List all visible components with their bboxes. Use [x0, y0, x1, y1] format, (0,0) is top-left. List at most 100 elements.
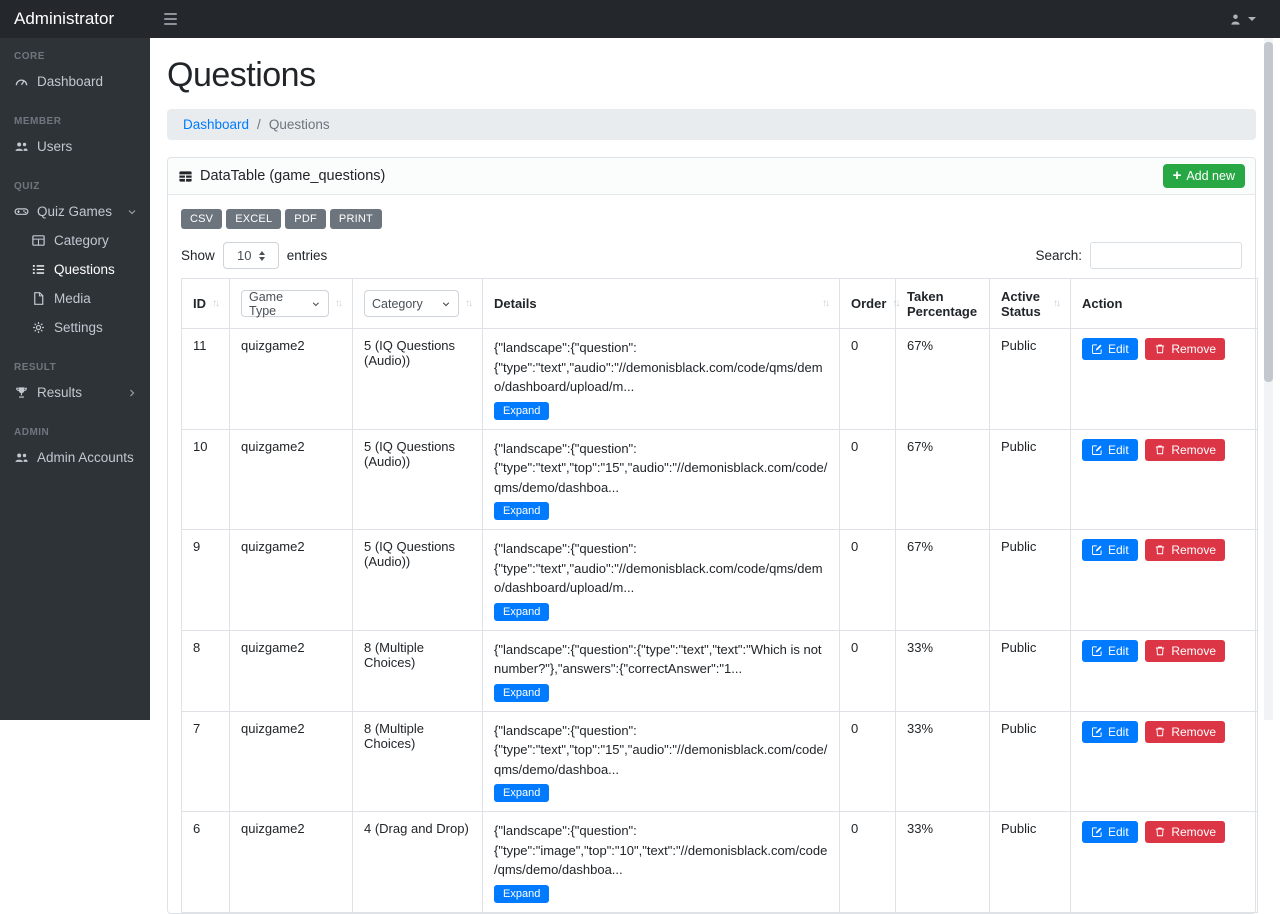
search-label: Search: — [1035, 248, 1082, 263]
details-json: {"landscape":{"question":{"type":"text",… — [494, 338, 828, 397]
sidebar-item-questions[interactable]: Questions — [0, 255, 150, 284]
pencil-square-icon — [1091, 544, 1103, 556]
cell-taken-percentage: 67% — [896, 530, 990, 631]
expand-button[interactable]: Expand — [494, 603, 549, 621]
cell-actions: Edit Remove — [1071, 329, 1258, 430]
table-row: 7 quizgame2 8 (Multiple Choices) {"lands… — [182, 711, 1258, 812]
cell-category: 4 (Drag and Drop) — [353, 812, 483, 913]
edit-button[interactable]: Edit — [1082, 821, 1138, 843]
pencil-square-icon — [1091, 826, 1103, 838]
game-type-filter-select[interactable]: Game Type — [241, 290, 329, 317]
col-game-type: Game Type ↑↓ — [230, 279, 353, 329]
col-active-status[interactable]: Active Status ↑↓ — [990, 279, 1071, 329]
card-title: DataTable (game_questions) — [200, 168, 385, 184]
col-action: Action — [1071, 279, 1258, 329]
user-icon — [1228, 12, 1243, 27]
col-category: Category ↑↓ — [353, 279, 483, 329]
col-taken-percentage[interactable]: Taken Percentage — [896, 279, 990, 329]
remove-button[interactable]: Remove — [1145, 721, 1225, 743]
pencil-square-icon — [1091, 444, 1103, 456]
expand-button[interactable]: Expand — [494, 684, 549, 702]
search-input[interactable] — [1090, 242, 1242, 269]
edit-button[interactable]: Edit — [1082, 338, 1138, 360]
col-details[interactable]: Details ↑↓ — [483, 279, 840, 329]
caret-down-icon — [1248, 17, 1256, 21]
remove-button[interactable]: Remove — [1145, 640, 1225, 662]
details-json: {"landscape":{"question":{"type":"image"… — [494, 821, 828, 880]
cell-order: 0 — [840, 530, 896, 631]
entries-per-page-select[interactable]: 10 — [223, 242, 279, 269]
category-filter-select[interactable]: Category — [364, 290, 459, 317]
expand-button[interactable]: Expand — [494, 502, 549, 520]
pencil-square-icon — [1091, 343, 1103, 355]
entries-label: entries — [287, 248, 328, 263]
tachometer-icon — [14, 74, 29, 89]
cell-id: 8 — [182, 630, 230, 711]
search-group: Search: — [1035, 242, 1242, 269]
file-icon — [31, 291, 46, 306]
csv-button[interactable]: CSV — [181, 209, 222, 229]
remove-button[interactable]: Remove — [1145, 338, 1225, 360]
remove-button[interactable]: Remove — [1145, 539, 1225, 561]
col-order[interactable]: Order ↑↓ — [840, 279, 896, 329]
sidebar-section-member: MEMBER — [0, 96, 150, 132]
cell-details: {"landscape":{"question":{"type":"text",… — [483, 630, 840, 711]
expand-button[interactable]: Expand — [494, 402, 549, 420]
cell-category: 8 (Multiple Choices) — [353, 630, 483, 711]
scrollbar-thumb[interactable] — [1264, 42, 1273, 382]
excel-button[interactable]: EXCEL — [226, 209, 281, 229]
breadcrumb-link-dashboard[interactable]: Dashboard — [183, 117, 249, 132]
add-new-button[interactable]: + Add new — [1163, 164, 1245, 188]
trash-icon — [1154, 544, 1166, 556]
sidebar-item-users[interactable]: Users — [0, 132, 150, 161]
sidebar-item-dashboard[interactable]: Dashboard — [0, 67, 150, 96]
cell-category: 5 (IQ Questions (Audio)) — [353, 429, 483, 530]
breadcrumb-separator: / — [257, 117, 261, 132]
trophy-icon — [14, 385, 29, 400]
breadcrumb-current: Questions — [269, 117, 330, 132]
cell-order: 0 — [840, 711, 896, 812]
sidebar-item-settings[interactable]: Settings — [0, 313, 150, 342]
pdf-button[interactable]: PDF — [285, 209, 326, 229]
col-id[interactable]: ID ↑↓ — [182, 279, 230, 329]
table-row: 9 quizgame2 5 (IQ Questions (Audio)) {"l… — [182, 530, 1258, 631]
scrollbar-track[interactable] — [1264, 38, 1273, 720]
edit-button[interactable]: Edit — [1082, 539, 1138, 561]
edit-button[interactable]: Edit — [1082, 721, 1138, 743]
gamepad-icon — [14, 204, 29, 219]
sort-icon: ↑↓ — [212, 298, 218, 309]
edit-button[interactable]: Edit — [1082, 439, 1138, 461]
trash-icon — [1154, 343, 1166, 355]
cell-active-status: Public — [990, 530, 1071, 631]
sidebar-section-core: CORE — [0, 38, 150, 67]
sidebar: CORE Dashboard MEMBER Users QUIZ — [0, 38, 150, 720]
remove-button[interactable]: Remove — [1145, 439, 1225, 461]
cell-id: 10 — [182, 429, 230, 530]
edit-button[interactable]: Edit — [1082, 640, 1138, 662]
cell-taken-percentage: 67% — [896, 429, 990, 530]
show-label: Show — [181, 248, 215, 263]
user-menu-button[interactable] — [1228, 12, 1256, 27]
expand-button[interactable]: Expand — [494, 784, 549, 802]
sidebar-toggle-button[interactable] — [160, 9, 181, 29]
sidebar-item-admin-accounts[interactable]: Admin Accounts — [0, 443, 150, 472]
remove-button[interactable]: Remove — [1145, 821, 1225, 843]
cell-id: 9 — [182, 530, 230, 631]
cell-details: {"landscape":{"question":{"type":"text",… — [483, 711, 840, 812]
cell-taken-percentage: 33% — [896, 812, 990, 913]
sidebar-item-quiz-games[interactable]: Quiz Games — [0, 197, 150, 226]
expand-button[interactable]: Expand — [494, 885, 549, 903]
cell-game-type: quizgame2 — [230, 630, 353, 711]
chevron-right-icon — [126, 387, 138, 399]
sidebar-item-category[interactable]: Category — [0, 226, 150, 255]
cell-category: 5 (IQ Questions (Audio)) — [353, 329, 483, 430]
sidebar-item-results[interactable]: Results — [0, 378, 150, 407]
cell-id: 6 — [182, 812, 230, 913]
print-button[interactable]: PRINT — [330, 209, 382, 229]
questions-table: ID ↑↓ Game Type ↑↓ Categor — [181, 278, 1258, 913]
gear-icon — [31, 320, 46, 335]
sort-icon: ↑↓ — [892, 298, 898, 309]
sidebar-item-media[interactable]: Media — [0, 284, 150, 313]
export-buttons: CSV EXCEL PDF PRINT — [181, 209, 1242, 229]
table-grid-icon — [178, 169, 193, 184]
